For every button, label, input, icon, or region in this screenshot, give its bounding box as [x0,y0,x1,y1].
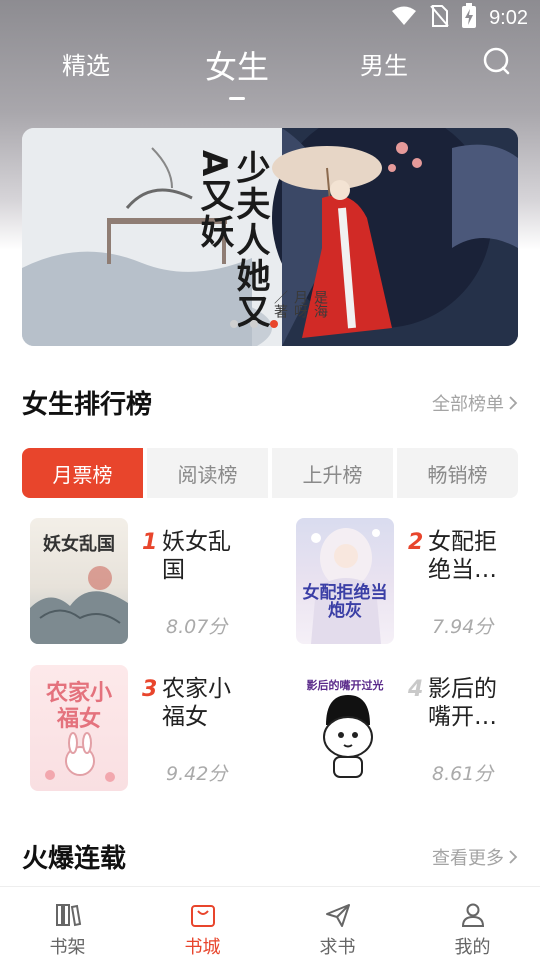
no-sim-icon [429,4,449,32]
person-icon [461,903,484,927]
serial-section-title: 火爆连载 [22,844,127,874]
tab-profile-label: 我的 [454,937,491,958]
tab-bookstore[interactable]: 书城 [135,887,270,960]
banner-book-title: 少夫人她又A又妖 [194,150,270,330]
rank-number: 2 [408,530,424,555]
view-more-link[interactable]: 查看更多 [432,844,518,870]
cover-title: 农家小福女 [45,681,112,732]
book-name: 妖女乱国 [162,529,231,583]
banner-pagination [230,320,278,328]
tab-reading[interactable]: 阅读榜 [147,448,268,498]
book-item[interactable]: 女配拒绝当炮灰 2 女配拒绝当… 7.94分 [288,518,536,648]
banner-author: 是海月呀／著 [272,290,328,318]
search-icon [483,47,510,75]
tab-request-book-label: 求书 [319,937,356,958]
battery-charging-icon [461,3,477,33]
tab-bestselling[interactable]: 畅销榜 [397,448,518,498]
book-cover: 女配拒绝当炮灰 [296,518,394,644]
rank-number: 3 [142,677,158,702]
book-score: 9.42分 [166,763,228,785]
tab-monthly-ticket[interactable]: 月票榜 [22,448,143,498]
wifi-icon [391,6,417,30]
tab-bookstore-label: 书城 [184,937,221,958]
bottom-tab-bar: 书架 书城 求书 我的 [0,886,540,960]
tab-request-book[interactable]: 求书 [270,887,405,960]
tab-profile[interactable]: 我的 [405,887,540,960]
book-name: 农家小福女 [162,676,231,730]
tab-jingxuan[interactable]: 精选 [62,46,110,81]
book-item[interactable]: 影后的嘴开过光 4 影后的嘴开… 8.61分 [288,665,536,795]
status-time: 9:02 [489,6,528,29]
rank-number: 4 [408,677,424,702]
all-rankings-link[interactable]: 全部榜单 [432,390,518,416]
book-cover: 农家小福女 [30,665,128,791]
tab-rising[interactable]: 上升榜 [272,448,393,498]
rank-number: 1 [142,530,158,555]
active-tab-indicator [229,97,245,100]
paper-plane-icon [325,904,350,927]
top-nav: 精选 女生 男生 [0,36,540,100]
book-name: 女配拒绝当… [428,529,497,583]
book-cover: 妖女乱国 [30,518,128,644]
status-bar: 9:02 [0,0,540,36]
all-rankings-label: 全部榜单 [432,394,504,415]
book-score: 8.61分 [432,763,494,785]
ranking-tabs: 月票榜 阅读榜 上升榜 畅销榜 [22,448,518,498]
banner-dot-active[interactable] [270,320,278,328]
tab-bookshelf[interactable]: 书架 [0,887,135,960]
book-name: 影后的嘴开… [428,676,497,730]
chevron-right-icon [509,850,518,864]
view-more-label: 查看更多 [432,848,504,869]
banner-dot[interactable] [250,320,258,328]
book-score: 7.94分 [432,616,494,638]
tab-bookshelf-label: 书架 [49,937,86,958]
bookshelf-icon [55,904,81,927]
ranking-section-title: 女生排行榜 [22,390,153,420]
bookstore-icon [190,905,215,927]
book-score: 8.07分 [166,616,228,638]
cover-title: 妖女乱国 [43,534,115,555]
cover-title: 影后的嘴开过光 [306,679,384,692]
search-button[interactable] [482,46,512,76]
cover-art [311,528,381,644]
book-item[interactable]: 妖女乱国 1 妖女乱国 8.07分 [22,518,270,648]
promo-banner[interactable]: 少夫人她又A又妖 是海月呀／著 [22,128,518,346]
tab-nansheng[interactable]: 男生 [360,46,408,81]
tab-nvsheng[interactable]: 女生 [205,42,270,100]
tab-nvsheng-label: 女生 [205,48,270,86]
book-cover: 影后的嘴开过光 [296,665,394,791]
chevron-right-icon [509,396,518,410]
cover-title: 女配拒绝当炮灰 [302,583,388,621]
banner-dot[interactable] [230,320,238,328]
book-item[interactable]: 农家小福女 3 农家小福女 9.42分 [22,665,270,795]
